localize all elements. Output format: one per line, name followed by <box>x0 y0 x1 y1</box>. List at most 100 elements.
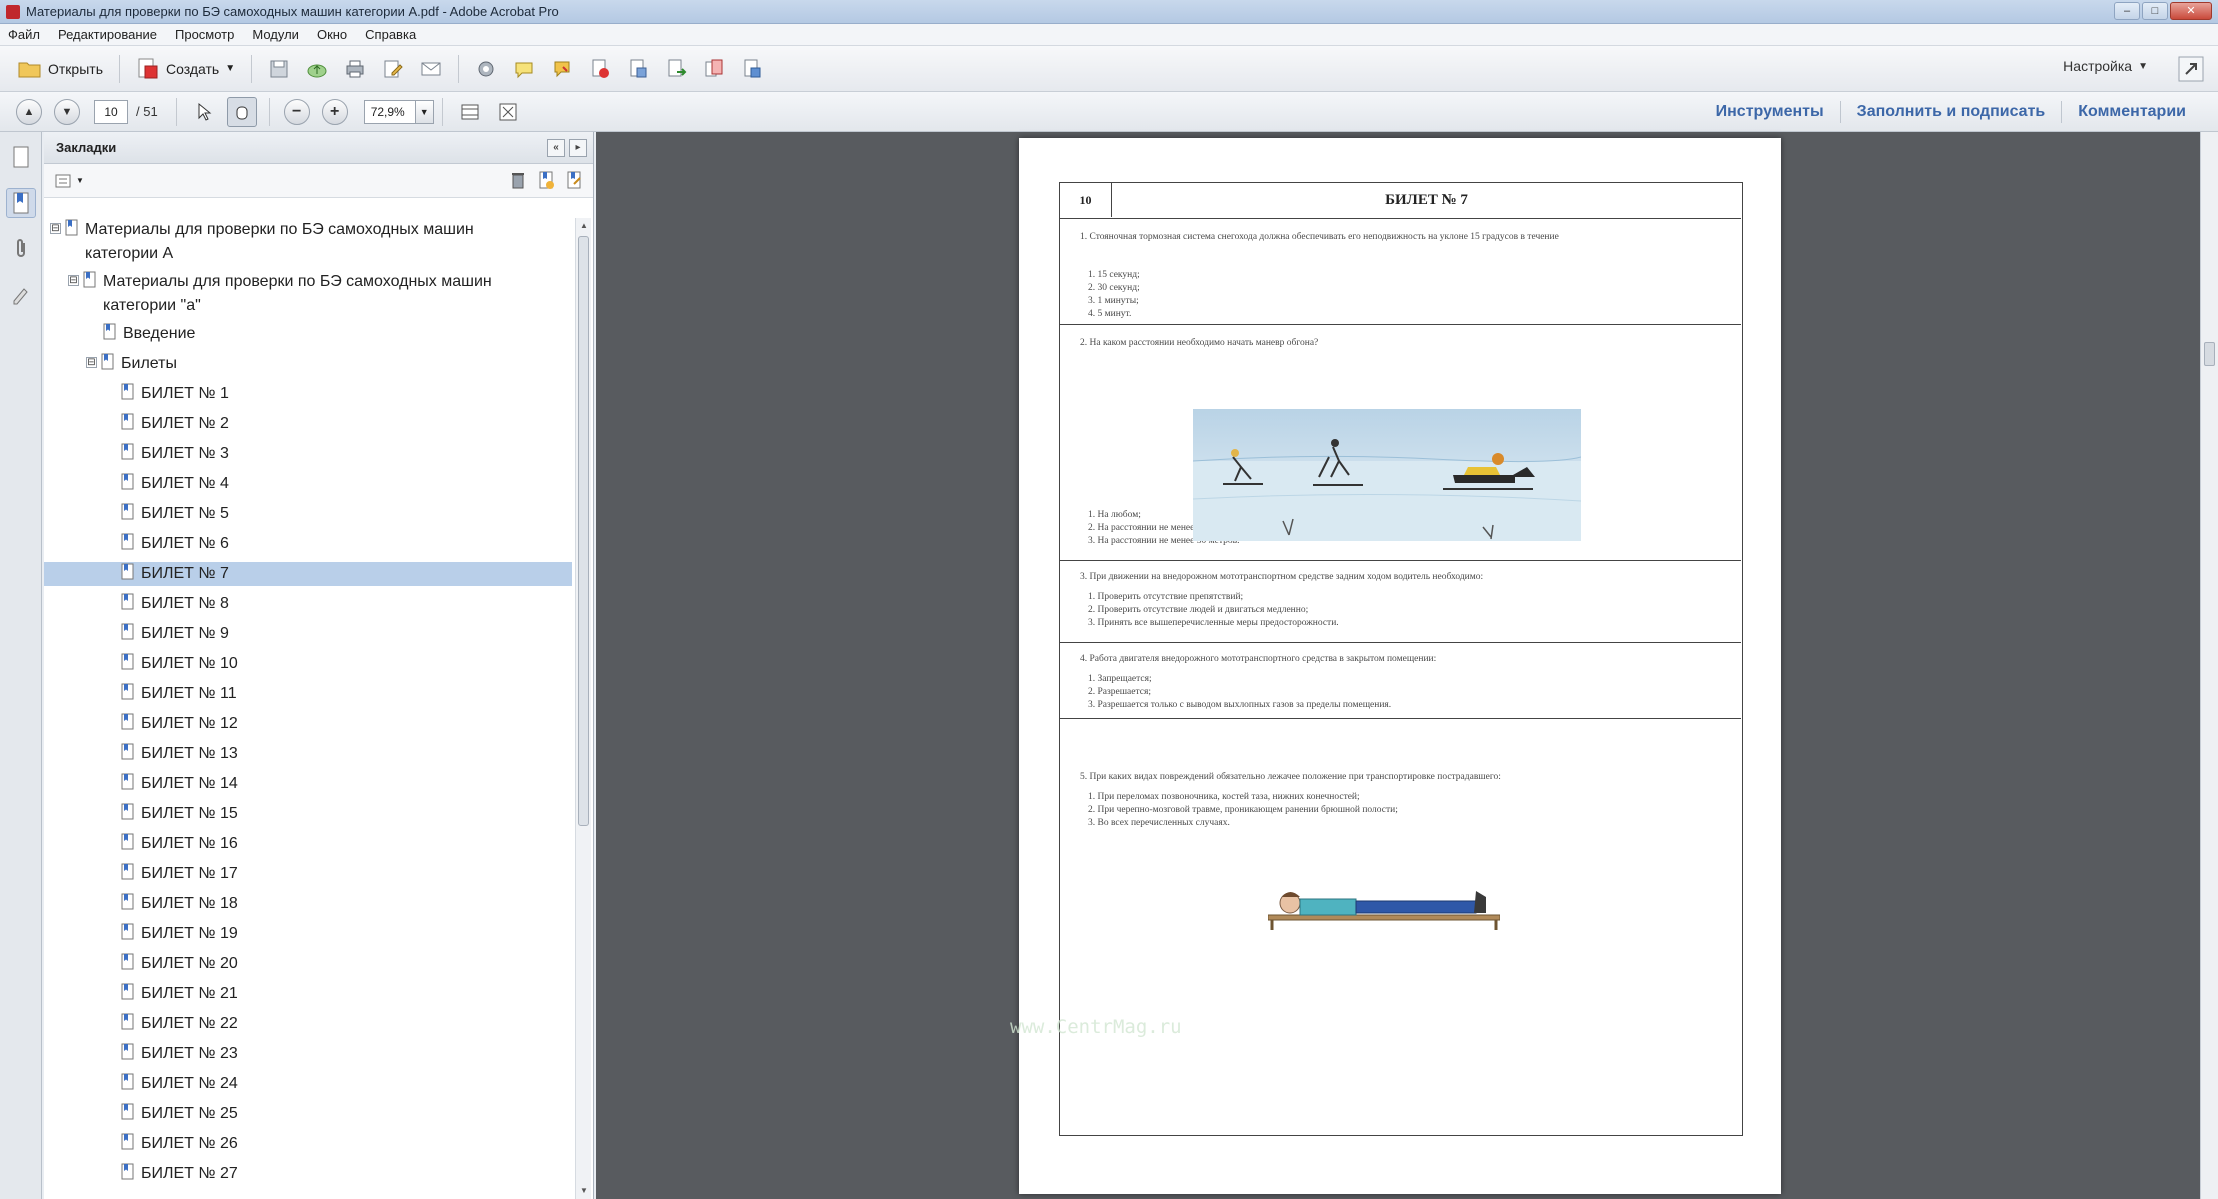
page-thumbnails-button[interactable] <box>6 142 36 172</box>
bookmark-ticket-8[interactable]: БИЛЕТ № 8 <box>44 592 572 616</box>
bookmark-ticket-18[interactable]: БИЛЕТ № 18 <box>44 892 572 916</box>
bookmarks-toolbar: ▼ <box>44 164 593 198</box>
page-number-input[interactable]: 10 <box>94 99 128 124</box>
bookmarks-scrollbar[interactable]: ▲ ▼ <box>575 218 591 1199</box>
edit-button[interactable] <box>378 54 408 84</box>
scroll-up-arrow[interactable]: ▲ <box>576 218 592 234</box>
pdf-tool-4-button[interactable] <box>699 54 729 84</box>
next-page-button[interactable]: ▼ <box>54 98 80 125</box>
pdf-tool-3-button[interactable] <box>661 54 691 84</box>
bookmark-label: БИЛЕТ № 3 <box>141 445 229 462</box>
pdf-tool-5-button[interactable] <box>737 54 767 84</box>
fill-sign-panel-link[interactable]: Заполнить и подписать <box>1841 103 2062 121</box>
customize-dropdown[interactable]: Настройка ▼ <box>2063 58 2148 74</box>
bookmarks-button[interactable] <box>5 188 36 218</box>
print-button[interactable] <box>340 54 370 84</box>
bookmark-ticket-19[interactable]: БИЛЕТ № 19 <box>44 922 572 946</box>
bookmark-ticket-5[interactable]: БИЛЕТ № 5 <box>44 502 572 526</box>
zoom-in-button[interactable]: + <box>321 98 348 125</box>
bookmark-introduction[interactable]: Введение <box>44 322 572 346</box>
bookmark-tickets-folder[interactable]: ⊟ Билеты <box>44 352 572 376</box>
bookmark-ticket-23[interactable]: БИЛЕТ № 23 <box>44 1042 572 1066</box>
scroll-down-arrow[interactable]: ▼ <box>576 1183 592 1199</box>
document-scrollbar[interactable] <box>2200 132 2218 1199</box>
bookmark-ticket-10[interactable]: БИЛЕТ № 10 <box>44 652 572 676</box>
cloud-button[interactable] <box>302 54 332 84</box>
minimize-button[interactable]: – <box>2114 2 2140 20</box>
pdf-tool-1-button[interactable] <box>585 54 615 84</box>
scrollbar-thumb[interactable] <box>578 236 589 826</box>
collapse-panel-button[interactable]: « <box>547 139 565 157</box>
comment-bubble-icon <box>515 62 533 78</box>
comment-button[interactable] <box>509 54 539 84</box>
tools-panel-link[interactable]: Инструменты <box>1700 103 1840 121</box>
fit-page-button[interactable] <box>493 97 523 127</box>
bookmark-ticket-14[interactable]: БИЛЕТ № 14 <box>44 772 572 796</box>
bookmark-ticket-26[interactable]: БИЛЕТ № 26 <box>44 1132 572 1156</box>
bookmark-ticket-21[interactable]: БИЛЕТ № 21 <box>44 982 572 1006</box>
menu-edit[interactable]: Редактирование <box>58 27 157 42</box>
stamp-button[interactable] <box>547 54 577 84</box>
pdf-share-icon <box>744 59 761 77</box>
bookmark-ticket-20[interactable]: БИЛЕТ № 20 <box>44 952 572 976</box>
tree-expander[interactable]: ⊟ <box>68 275 79 286</box>
bookmark-ticket-1[interactable]: БИЛЕТ № 1 <box>44 382 572 406</box>
zoom-dropdown-button[interactable]: ▼ <box>415 99 434 124</box>
menu-view[interactable]: Просмотр <box>175 27 234 42</box>
bookmark-ticket-12[interactable]: БИЛЕТ № 12 <box>44 712 572 736</box>
bookmark-ticket-15[interactable]: БИЛЕТ № 15 <box>44 802 572 826</box>
save-button[interactable] <box>264 54 294 84</box>
bookmark-ticket-7[interactable]: БИЛЕТ № 7 <box>44 562 572 586</box>
tree-expander[interactable]: ⊟ <box>86 357 97 368</box>
menu-plugins[interactable]: Модули <box>252 27 299 42</box>
zoom-out-button[interactable]: − <box>283 98 310 125</box>
comments-panel-link[interactable]: Комментарии <box>2062 103 2202 121</box>
bookmark-ticket-3[interactable]: БИЛЕТ № 3 <box>44 442 572 466</box>
bookmark-ticket-4[interactable]: БИЛЕТ № 4 <box>44 472 572 496</box>
tree-expander[interactable]: ⊟ <box>50 223 61 234</box>
bookmark-ticket-27[interactable]: БИЛЕТ № 27 <box>44 1162 572 1186</box>
zoom-level-input[interactable]: 72,9% <box>363 99 416 124</box>
bookmark-ticket-16[interactable]: БИЛЕТ № 16 <box>44 832 572 856</box>
menu-file[interactable]: Файл <box>8 27 40 42</box>
bookmark-ticket-2[interactable]: БИЛЕТ № 2 <box>44 412 572 436</box>
create-button[interactable]: Создать ▼ <box>128 53 243 85</box>
settings-gear-button[interactable] <box>471 54 501 84</box>
bookmark-ticket-25[interactable]: БИЛЕТ № 25 <box>44 1102 572 1126</box>
maximize-button[interactable]: □ <box>2142 2 2168 20</box>
bookmark-properties-icon[interactable] <box>565 170 583 190</box>
bookmark-label: БИЛЕТ № 19 <box>141 925 238 942</box>
signatures-button[interactable] <box>6 280 36 310</box>
document-scrollbar-thumb[interactable] <box>2204 342 2215 366</box>
bookmark-ticket-17[interactable]: БИЛЕТ № 17 <box>44 862 572 886</box>
menu-window[interactable]: Окно <box>317 27 347 42</box>
expand-button[interactable] <box>2176 54 2206 84</box>
panel-options-button[interactable]: ▸ <box>569 139 587 157</box>
answer-option: 3. Принять все вышеперечисленные меры пр… <box>1088 618 1339 628</box>
bookmark-ticket-24[interactable]: БИЛЕТ № 24 <box>44 1072 572 1096</box>
bookmark-options-button[interactable]: ▼ <box>54 172 84 190</box>
bookmark-root[interactable]: ⊟ Материалы для проверки по БЭ самоходных… <box>44 218 572 266</box>
bookmark-ticket-13[interactable]: БИЛЕТ № 13 <box>44 742 572 766</box>
bookmark-ticket-9[interactable]: БИЛЕТ № 9 <box>44 622 572 646</box>
delete-bookmark-icon[interactable] <box>509 170 527 190</box>
select-tool-button[interactable] <box>189 97 219 127</box>
bookmark-label: БИЛЕТ № 11 <box>141 685 237 702</box>
bookmark-label: БИЛЕТ № 22 <box>141 1015 238 1032</box>
bookmark-ticket-11[interactable]: БИЛЕТ № 11 <box>44 682 572 706</box>
hand-tool-button[interactable] <box>226 96 257 127</box>
answer-option: 2. При черепно-мозговой травме, проникаю… <box>1088 805 1398 815</box>
new-bookmark-icon[interactable] <box>537 170 555 190</box>
bookmark-ticket-22[interactable]: БИЛЕТ № 22 <box>44 1012 572 1036</box>
bookmark-ticket-6[interactable]: БИЛЕТ № 6 <box>44 532 572 556</box>
pdf-tool-2-button[interactable] <box>623 54 653 84</box>
bookmark-category-a[interactable]: ⊟ Материалы для проверки по БЭ самоходных… <box>44 270 572 318</box>
question-text: 5. При каких видах повреждений обязатель… <box>1080 772 1501 782</box>
menu-help[interactable]: Справка <box>365 27 416 42</box>
email-button[interactable] <box>416 54 446 84</box>
attachments-button[interactable] <box>6 234 36 264</box>
previous-page-button[interactable]: ▲ <box>16 98 42 125</box>
open-button[interactable]: Открыть <box>10 53 111 85</box>
fit-width-button[interactable] <box>455 97 485 127</box>
close-button[interactable]: ✕ <box>2170 2 2212 20</box>
